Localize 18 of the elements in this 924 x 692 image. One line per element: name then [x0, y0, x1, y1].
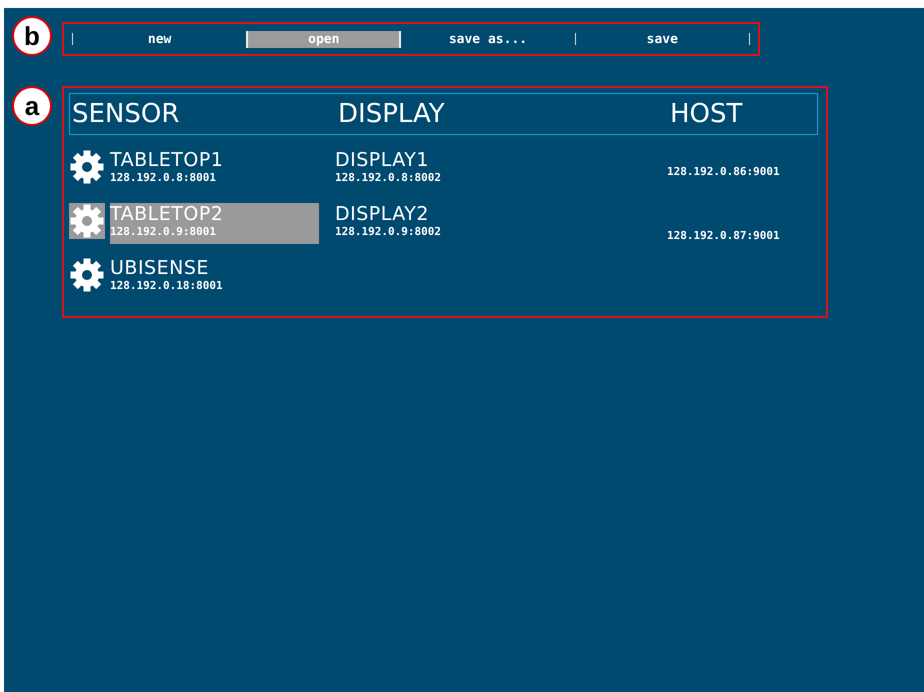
callout-label: a [12, 86, 52, 126]
gear-icon[interactable] [69, 257, 105, 293]
display-name: DISPLAY1 [335, 149, 430, 171]
toolbar-button[interactable]: new [100, 30, 220, 48]
gear-icon[interactable] [69, 149, 105, 185]
column-header: SENSOR [71, 99, 180, 129]
display-name: DISPLAY2 [335, 203, 430, 225]
toolbar-button[interactable]: save as... [428, 30, 548, 48]
sensor-item[interactable]: TABLETOP1 128.192.0.8:8001 [110, 149, 319, 190]
callout-label: b [12, 16, 52, 56]
display-address: 128.192.0.9:8002 [335, 225, 442, 238]
host-address: 128.192.0.87:9001 [667, 229, 781, 242]
display-address: 128.192.0.8:8002 [335, 171, 442, 184]
sensor-item[interactable]: UBISENSE 128.192.0.18:8001 [110, 257, 319, 298]
toolbar-button[interactable]: save [602, 30, 722, 48]
host-address: 128.192.0.86:9001 [667, 165, 781, 178]
column-header: HOST [670, 99, 744, 129]
column-header: DISPLAY [338, 99, 446, 129]
